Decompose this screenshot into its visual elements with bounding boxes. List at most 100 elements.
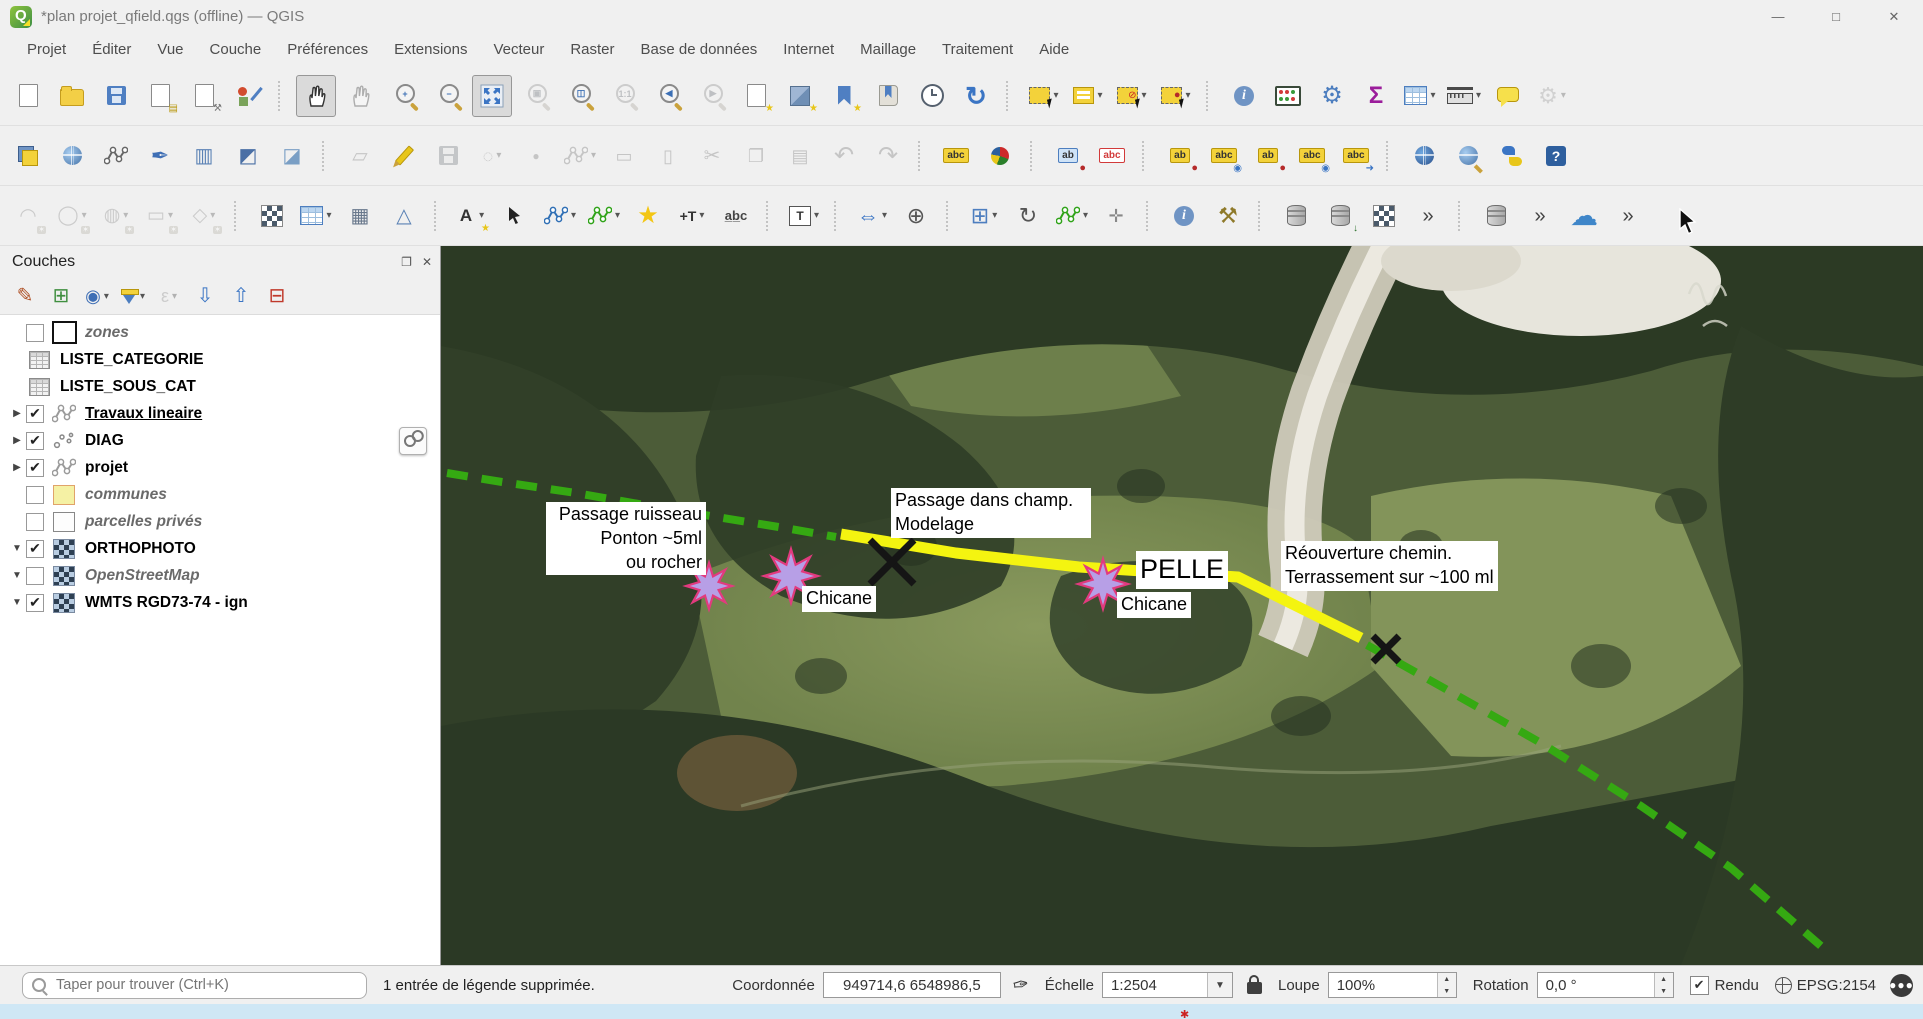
layer-checkbox-orthophoto[interactable]: ✔ — [26, 539, 44, 558]
magnifier-steppers[interactable]: ▲ ▼ — [1436, 973, 1456, 997]
layer-row-travaux-lineaire[interactable]: ▶ ✔ Travaux lineaire — [0, 400, 440, 427]
crs-value[interactable]: EPSG:2154 — [1797, 977, 1876, 994]
identify-info-button[interactable]: i — [1164, 195, 1204, 237]
render-toggle[interactable]: ✔ Rendu — [1689, 975, 1759, 995]
new-map-view-button[interactable]: ★ — [736, 75, 776, 117]
move-annotation-button[interactable]: ⇔ ▾ — [852, 195, 892, 237]
menu-editer[interactable]: Éditer — [79, 36, 144, 63]
layer-row-diag[interactable]: ▶ ✔ DIAG — [0, 427, 440, 454]
deselect-features-button[interactable]: ⊘ ▾ — [1112, 75, 1152, 117]
extents-toggle-icon[interactable]: ✑ — [1011, 972, 1031, 997]
digitize-regular-polygon-dropdown-arrow[interactable]: ▾ — [210, 210, 215, 221]
measure-line-button[interactable]: ▾ — [1444, 75, 1484, 117]
select-features-by-value-dropdown-arrow[interactable]: ▾ — [1097, 90, 1102, 101]
text-annotation-box-button[interactable]: T ▾ — [784, 195, 824, 237]
locator-options-dropdown-arrow[interactable]: ▾ — [1561, 90, 1566, 101]
annotation-crosshair-button[interactable]: ⊕ — [896, 195, 936, 237]
vertex-tool-green-button[interactable]: ▾ — [1052, 195, 1092, 237]
tin-mesh-tool-button[interactable]: △ — [384, 195, 424, 237]
magnifier-spinbox[interactable]: 100% ▲ ▼ — [1327, 972, 1457, 998]
layer-expander-projet[interactable]: ▶ — [8, 462, 26, 473]
filter-legend-button[interactable]: ▾ — [116, 281, 150, 311]
layer-row-liste-sous-cat[interactable]: LISTE_SOUS_CAT — [0, 373, 440, 400]
db-import-button[interactable]: ↓ — [1320, 195, 1360, 237]
close-panel-button[interactable]: ✕ — [422, 255, 432, 269]
identify-features-button[interactable]: i — [1224, 75, 1264, 117]
move-annotation-dropdown-arrow[interactable]: ▾ — [882, 210, 887, 221]
layer-expander-travaux-lineaire[interactable]: ▶ — [8, 408, 26, 419]
annotation-node-blue-dropdown-arrow[interactable]: ▾ — [571, 210, 576, 221]
annotation-text-plus-button[interactable]: +T ▾ — [672, 195, 712, 237]
manage-map-themes-button[interactable]: ◉ ▾ — [80, 281, 114, 311]
menu-preferences[interactable]: Préférences — [274, 36, 381, 63]
style-manager-button[interactable] — [228, 75, 268, 117]
float-panel-button[interactable]: ❐ — [401, 255, 412, 269]
annotation-text-plus-dropdown-arrow[interactable]: ▾ — [699, 210, 704, 221]
layer-row-zones[interactable]: zones — [0, 319, 440, 346]
locator-search[interactable] — [22, 971, 367, 999]
digitize-rectangle-dropdown-arrow[interactable]: ▾ — [168, 210, 173, 221]
temporal-controller-button[interactable] — [912, 75, 952, 117]
select-features-by-value-button[interactable]: ▾ — [1068, 75, 1108, 117]
grid-tool-button[interactable]: ⊞ ▾ — [964, 195, 1004, 237]
more-tools-1-button[interactable]: » — [1408, 195, 1448, 237]
menu-couche[interactable]: Couche — [197, 36, 275, 63]
scale-dropdown-button[interactable]: ▼ — [1206, 973, 1232, 997]
menu-internet[interactable]: Internet — [770, 36, 847, 63]
text-annotation-box-dropdown-arrow[interactable]: ▾ — [814, 210, 819, 221]
annotation-select-button[interactable] — [496, 195, 536, 237]
highlight-pinned-labels-button[interactable]: abc — [1092, 135, 1132, 177]
open-project-button[interactable] — [52, 75, 92, 117]
new-virtual-layer-button[interactable]: ▥ — [184, 135, 224, 177]
georeferencer-button[interactable] — [252, 195, 292, 237]
toggle-editing-button[interactable] — [384, 135, 424, 177]
metasearch-catalog-button[interactable] — [1404, 135, 1444, 177]
layer-row-orthophoto[interactable]: ▼ ✔ ORTHOPHOTO — [0, 535, 440, 562]
change-label-properties-button[interactable]: abc ➜ — [1336, 135, 1376, 177]
add-group-button[interactable]: ⊞ — [44, 281, 78, 311]
layer-checkbox-zones[interactable] — [26, 323, 44, 342]
zoom-to-layer-button[interactable]: ◫ — [560, 75, 600, 117]
layer-checkbox-wmts-rgd73-74-ign[interactable]: ✔ — [26, 593, 44, 612]
menu-extensions[interactable]: Extensions — [381, 36, 480, 63]
show-spatial-bookmarks-button[interactable] — [868, 75, 908, 117]
zoom-in-button[interactable]: + — [384, 75, 424, 117]
zoom-last-button[interactable]: ◀ — [648, 75, 688, 117]
layer-row-liste-categorie[interactable]: LISTE_CATEGORIE — [0, 346, 440, 373]
annotation-text-button[interactable]: A ★ ▾ — [452, 195, 492, 237]
new-spatial-bookmark-button[interactable]: ★ — [824, 75, 864, 117]
refresh-map-button[interactable]: ↻ — [956, 75, 996, 117]
layer-row-communes[interactable]: communes — [0, 481, 440, 508]
pan-map-button[interactable] — [296, 74, 336, 117]
map-tips-button[interactable] — [1488, 75, 1528, 117]
digitize-ellipse-dropdown-arrow[interactable]: ▾ — [123, 210, 128, 221]
layer-diagram-button[interactable] — [980, 135, 1020, 177]
processing-toolbox-button[interactable]: ⚙ — [1312, 75, 1352, 117]
db-barrel-button[interactable] — [1276, 195, 1316, 237]
pin-auto-labels-button[interactable]: ab ● — [1048, 135, 1088, 177]
annotation-text-dropdown-arrow[interactable]: ▾ — [479, 210, 484, 221]
layer-checkbox-parcelles-prives[interactable] — [26, 512, 44, 531]
select-features-dropdown-arrow[interactable]: ▾ — [1053, 90, 1058, 101]
show-statistics-button[interactable]: Σ — [1356, 75, 1396, 117]
grid-tool-dropdown-arrow[interactable]: ▾ — [992, 210, 997, 221]
pin-unpin-labels-button[interactable]: ab ● — [1160, 135, 1200, 177]
scale-combo[interactable]: 1:2504 ▼ — [1101, 972, 1233, 998]
layer-row-parcelles-prives[interactable]: parcelles privés — [0, 508, 440, 535]
select-features-button[interactable]: ▾ — [1024, 75, 1064, 117]
annotation-marker-button[interactable]: ★ — [628, 195, 668, 237]
menu-vecteur[interactable]: Vecteur — [480, 36, 557, 63]
layer-checkbox-openstreetmap[interactable] — [26, 566, 44, 585]
statistical-summary-button[interactable] — [1268, 75, 1308, 117]
menu-vue[interactable]: Vue — [144, 36, 196, 63]
help-contents-button[interactable]: ? — [1536, 135, 1576, 177]
select-by-location-button[interactable]: ● ▾ — [1156, 75, 1196, 117]
messages-button[interactable]: ●●● — [1889, 973, 1913, 997]
minimize-button[interactable]: — — [1749, 0, 1807, 33]
pan-tool-small-button[interactable]: ✛ — [1096, 195, 1136, 237]
python-console-button[interactable] — [1492, 135, 1532, 177]
annotation-node-green-dropdown-arrow[interactable]: ▾ — [615, 210, 620, 221]
annotation-formatted-text-button[interactable]: a̲b̲c — [716, 195, 756, 237]
menu-base-de-donnees[interactable]: Base de données — [628, 36, 771, 63]
collapse-all-button[interactable]: ⇧ — [224, 281, 258, 311]
